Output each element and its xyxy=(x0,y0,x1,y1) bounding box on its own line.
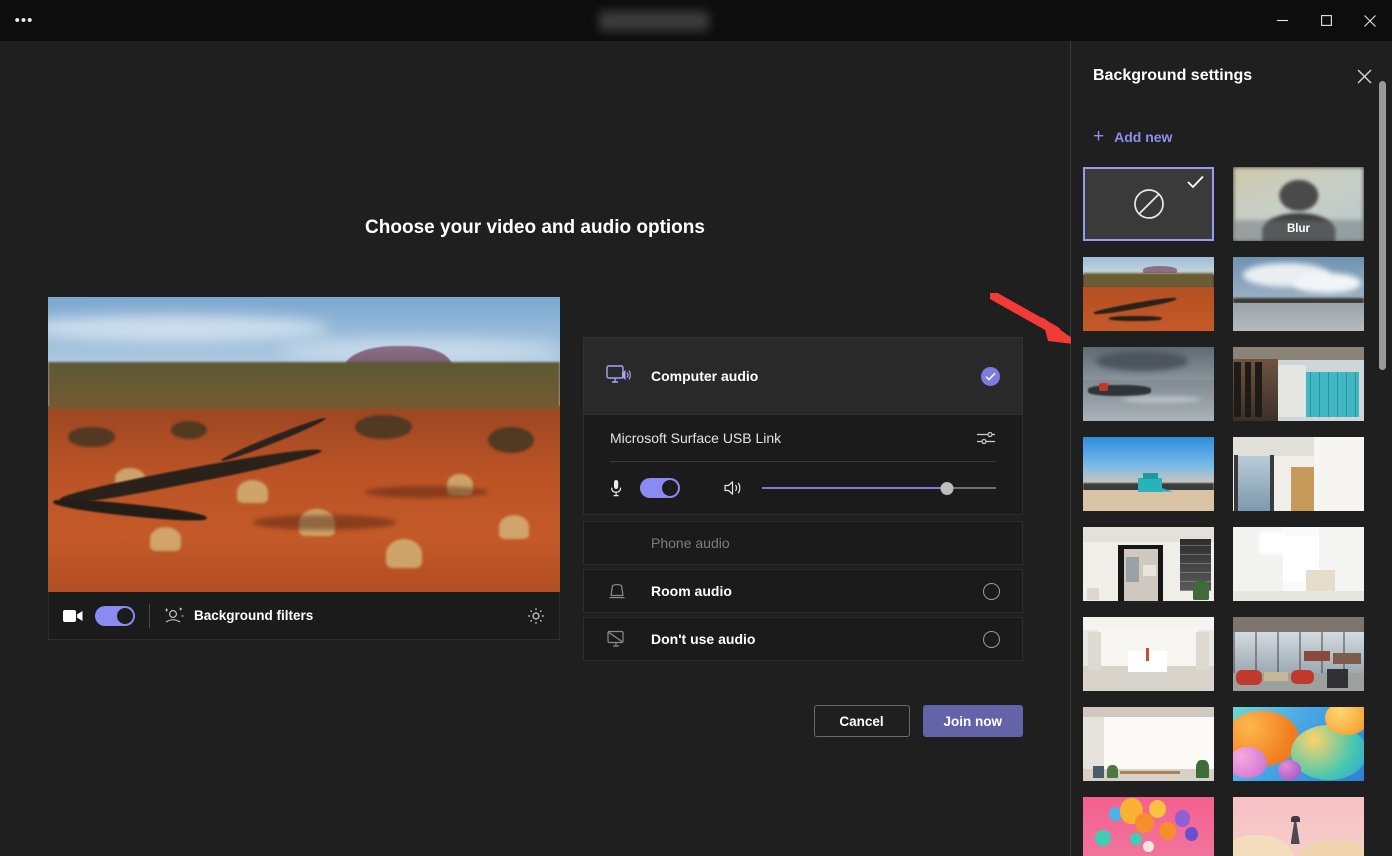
window-body: Choose your video and audio options xyxy=(0,41,1392,856)
background-thumb-empty-white-hall[interactable] xyxy=(1083,617,1214,691)
preview-red-sand xyxy=(48,409,560,592)
close-icon[interactable] xyxy=(1357,69,1372,84)
plus-icon: + xyxy=(1093,127,1104,146)
audio-option-label: Room audio xyxy=(651,583,732,599)
radio-icon[interactable] xyxy=(983,631,1000,648)
preview-bush xyxy=(171,421,207,439)
blur-label: Blur xyxy=(1233,223,1364,235)
background-thumb-blur[interactable]: Blur xyxy=(1233,167,1364,241)
title-bar: ••• xyxy=(0,0,1392,41)
window-title xyxy=(599,11,709,31)
panel-header: Background settings xyxy=(1071,41,1392,111)
preview-grass-tuft xyxy=(150,527,181,551)
ellipsis-icon[interactable]: ••• xyxy=(0,0,48,41)
mic-volume-row xyxy=(610,462,996,514)
radio-icon[interactable] xyxy=(983,583,1000,600)
background-thumb-office-lockers[interactable] xyxy=(1233,347,1364,421)
background-thumb-none[interactable] xyxy=(1083,167,1214,241)
background-thumb-plain-wall-desk[interactable] xyxy=(1083,707,1214,781)
background-settings-panel: Background settings + Add new xyxy=(1071,41,1392,856)
device-name: Microsoft Surface USB Link xyxy=(610,430,781,446)
check-icon xyxy=(981,367,1000,386)
background-thumb-lighthouse-pier[interactable] xyxy=(1083,347,1214,421)
background-thumb-pink-balls[interactable] xyxy=(1083,797,1214,856)
sliders-icon[interactable] xyxy=(976,429,996,447)
audio-option-phone: Phone audio xyxy=(583,521,1023,565)
monitor-off-icon xyxy=(606,630,640,648)
panel-scrollbar[interactable] xyxy=(1379,81,1386,370)
add-new-label: Add new xyxy=(1114,129,1172,145)
device-row[interactable]: Microsoft Surface USB Link xyxy=(610,415,996,461)
audio-options: Computer audio Microsoft Surface USB Lin… xyxy=(583,337,1023,661)
audio-option-none[interactable]: Don't use audio xyxy=(583,617,1023,661)
camera-toggle[interactable] xyxy=(95,606,135,626)
microphone-icon[interactable] xyxy=(610,479,632,497)
audio-option-state xyxy=(983,583,1000,600)
video-preview-section: Background filters xyxy=(48,297,560,640)
minimize-icon[interactable] xyxy=(1260,0,1304,41)
preview-bush xyxy=(68,427,114,448)
background-thumb-cloudy-lake[interactable] xyxy=(1233,257,1364,331)
audio-option-label: Don't use audio xyxy=(651,631,755,647)
no-background-icon xyxy=(1129,184,1169,224)
gear-icon[interactable] xyxy=(527,607,545,625)
camera-icon[interactable] xyxy=(63,609,87,623)
toggle-knob xyxy=(117,608,133,624)
audio-option-label: Computer audio xyxy=(651,368,758,384)
background-thumb-bright-white-interior[interactable] xyxy=(1233,527,1364,601)
check-icon xyxy=(1187,175,1204,194)
monitor-speaker-icon xyxy=(606,365,640,387)
sparkle-icon[interactable] xyxy=(164,607,184,625)
slider-thumb[interactable] xyxy=(940,482,953,495)
audio-option-state xyxy=(981,367,1000,386)
background-thumb-colorful-spheres[interactable] xyxy=(1233,707,1364,781)
main-pane: Choose your video and audio options xyxy=(0,41,1070,856)
close-icon[interactable] xyxy=(1348,0,1392,41)
volume-slider[interactable] xyxy=(762,481,996,495)
teams-prejoin-window: ••• Choose your video and audio options xyxy=(0,0,1392,856)
background-thumb-outback-uluru[interactable] xyxy=(1083,257,1214,331)
window-title-wrap xyxy=(48,11,1260,31)
preview-control-bar: Background filters xyxy=(48,592,560,640)
add-new-button[interactable]: + Add new xyxy=(1093,127,1172,146)
divider xyxy=(149,604,150,628)
background-thumb-white-room-window[interactable] xyxy=(1233,437,1364,511)
background-thumb-loft-office-windows[interactable] xyxy=(1233,617,1364,691)
background-thumb-beach-lifeguard-tower[interactable] xyxy=(1083,437,1214,511)
audio-option-label: Phone audio xyxy=(651,535,730,551)
audio-option-computer[interactable]: Computer audio xyxy=(583,337,1023,415)
preview-shadow xyxy=(365,486,488,498)
toggle-knob xyxy=(662,480,678,496)
preview-grass-tuft xyxy=(499,515,530,539)
cancel-button[interactable]: Cancel xyxy=(814,705,910,737)
background-thumb-pink-dunes-tower[interactable] xyxy=(1233,797,1364,856)
video-preview xyxy=(48,297,560,592)
background-thumbnail-grid: Blur xyxy=(1079,167,1379,856)
background-thumb-living-room-mirror[interactable] xyxy=(1083,527,1214,601)
window-controls xyxy=(1260,0,1392,41)
preview-bush xyxy=(355,415,411,439)
audio-option-room[interactable]: Room audio xyxy=(583,569,1023,613)
microphone-toggle[interactable] xyxy=(640,478,680,498)
preview-grass-tuft xyxy=(386,539,422,569)
maximize-icon[interactable] xyxy=(1304,0,1348,41)
slider-fill xyxy=(762,487,947,489)
preview-shadow xyxy=(253,515,396,530)
speaker-icon xyxy=(724,479,748,497)
panel-title: Background settings xyxy=(1093,67,1252,85)
action-buttons: Cancel Join now xyxy=(583,705,1023,737)
audio-option-state xyxy=(983,631,1000,648)
device-panel: Microsoft Surface USB Link xyxy=(583,415,1023,515)
preview-grass-tuft xyxy=(237,480,268,504)
background-filters-label[interactable]: Background filters xyxy=(194,608,313,623)
join-now-button[interactable]: Join now xyxy=(923,705,1024,737)
room-speaker-icon xyxy=(606,582,640,600)
page-title: Choose your video and audio options xyxy=(0,217,1070,239)
